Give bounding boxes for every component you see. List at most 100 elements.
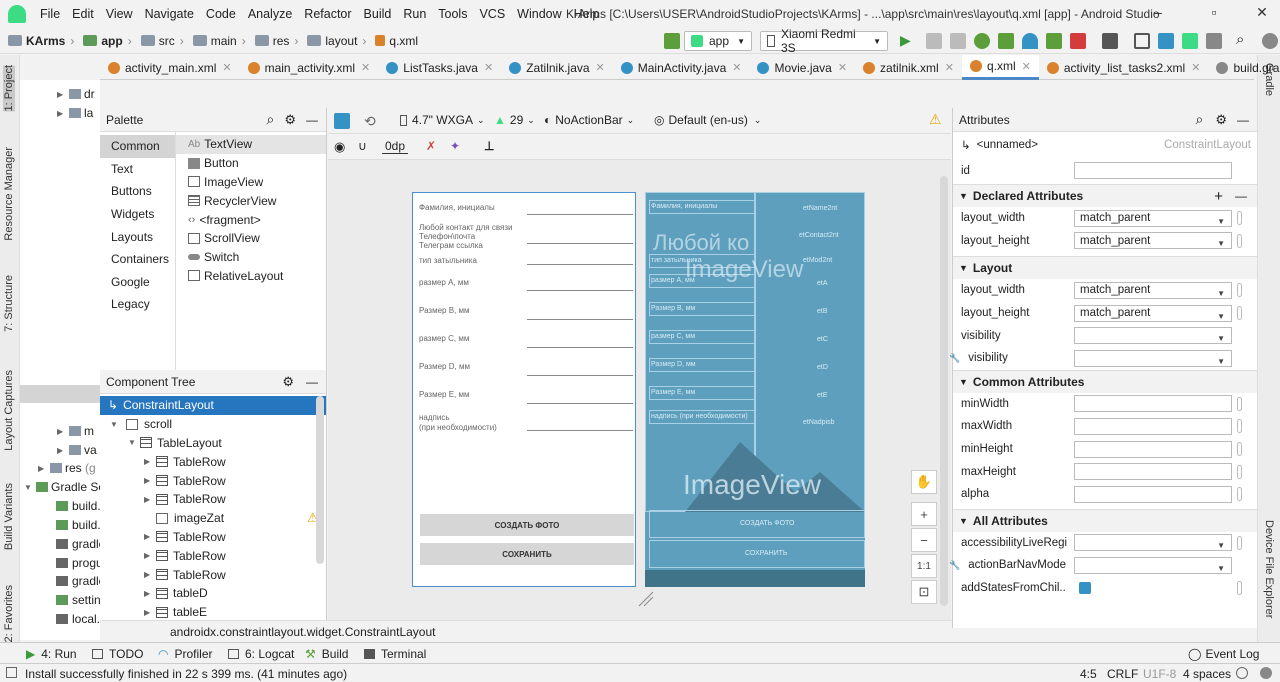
attribute-value-field[interactable]: ▼ xyxy=(1074,349,1232,367)
attribute-value-field[interactable] xyxy=(1074,395,1232,413)
lock-icon[interactable] xyxy=(1236,667,1248,679)
chevron-down-icon[interactable]: ▼ xyxy=(1217,239,1225,248)
attribute-value-field[interactable]: ▼ xyxy=(1074,534,1232,552)
status-icon[interactable] xyxy=(6,667,17,678)
section-common-attributes[interactable]: ▼ Common Attributes xyxy=(953,369,1257,393)
resource-picker-icon[interactable] xyxy=(1237,396,1242,411)
clear-constraints-icon[interactable]: ✗ xyxy=(426,139,436,153)
edittext-contact[interactable] xyxy=(527,243,633,244)
chevron-down-icon[interactable]: ▼ xyxy=(1217,334,1225,343)
hide-panel-icon[interactable]: — xyxy=(1237,113,1249,127)
tree-row-tablerow[interactable]: ▶ TableRow xyxy=(100,471,326,490)
section-declared-attributes[interactable]: ▼ Declared Attributes + — xyxy=(953,184,1257,207)
editor-tab[interactable]: activity_list_tasks2.xml ✕ xyxy=(1039,55,1209,80)
project-structure-icon[interactable] xyxy=(1102,33,1118,49)
attribute-value-field[interactable] xyxy=(1074,463,1232,481)
attribute-value-field[interactable]: match_parent ▼ xyxy=(1074,232,1232,250)
create-photo-button[interactable]: СОЗДАТЬ ФОТО xyxy=(420,514,634,536)
tree-row-tablerow[interactable]: ▶ TableRow xyxy=(100,490,326,509)
project-item[interactable]: ▶ dr xyxy=(57,87,95,101)
palette-widget-scrollview[interactable]: ScrollView xyxy=(176,229,326,248)
search-icon[interactable]: ⌕ xyxy=(267,111,275,128)
breadcrumb-layout[interactable]: layout › xyxy=(307,34,371,48)
apply-code-changes-icon[interactable] xyxy=(950,33,966,49)
search-icon[interactable]: ⌕ xyxy=(1196,111,1204,128)
tool-event-log[interactable]: ◯ Event Log xyxy=(1188,647,1259,661)
infer-constraints-icon[interactable]: ✦ xyxy=(450,139,460,153)
resource-picker-icon[interactable] xyxy=(1237,283,1242,298)
section-layout[interactable]: ▼ Layout xyxy=(953,256,1257,280)
apply-changes-icon[interactable] xyxy=(926,33,942,49)
attribute-value-field[interactable] xyxy=(1074,440,1232,458)
project-item[interactable]: ▶ va xyxy=(57,443,97,457)
resource-picker-icon[interactable] xyxy=(1237,581,1242,596)
hide-panel-icon[interactable]: — xyxy=(306,375,318,389)
resource-picker-icon[interactable] xyxy=(1237,233,1242,248)
project-item-gradle[interactable]: ▼ Gradle Sc xyxy=(24,480,104,494)
avd-manager-icon[interactable] xyxy=(1134,33,1150,49)
theme-select[interactable]: ◐ NoActionBar ⌄ xyxy=(544,113,634,127)
attribute-value-field[interactable] xyxy=(1074,579,1232,597)
menu-view[interactable]: View xyxy=(100,7,139,21)
project-item[interactable]: ▶ la xyxy=(57,106,93,120)
attribute-value-field[interactable]: match_parent ▼ xyxy=(1074,281,1232,299)
attribute-value-field[interactable]: ▼ xyxy=(1074,556,1232,574)
orientation-icon[interactable]: ⟲ xyxy=(364,113,376,130)
editor-tab[interactable]: Movie.java ✕ xyxy=(749,55,855,80)
menu-build[interactable]: Build xyxy=(358,7,398,21)
resource-picker-icon[interactable] xyxy=(1237,211,1242,226)
close-tab-icon[interactable]: ✕ xyxy=(838,61,847,74)
palette-category-buttons[interactable]: Buttons xyxy=(100,180,175,203)
tree-scrollbar[interactable] xyxy=(316,396,324,564)
attribute-value-field[interactable]: ▼ xyxy=(1074,327,1232,345)
resize-handle-icon[interactable] xyxy=(637,590,655,608)
tree-row-tabled[interactable]: ▶ tableD xyxy=(100,584,326,603)
menu-refactor[interactable]: Refactor xyxy=(298,7,357,21)
profiler-icon[interactable] xyxy=(1022,33,1038,49)
gear-icon[interactable]: ⚙ xyxy=(282,374,294,390)
debug-icon[interactable] xyxy=(974,33,990,49)
palette-widget-button[interactable]: Button xyxy=(176,154,326,173)
chevron-down-icon[interactable]: ▼ xyxy=(1217,312,1225,321)
attribute-value-field[interactable]: match_parent ▼ xyxy=(1074,209,1232,227)
editor-tab[interactable]: MainActivity.java ✕ xyxy=(613,55,750,80)
resource-picker-icon[interactable] xyxy=(1237,442,1242,457)
stop-icon[interactable] xyxy=(1070,33,1086,49)
breadcrumb-res[interactable]: res › xyxy=(254,34,304,48)
resource-picker-icon[interactable] xyxy=(1237,306,1242,321)
tool-build[interactable]: ⚒ Build xyxy=(305,647,348,661)
maximize-icon[interactable]: ▫ xyxy=(1206,4,1222,20)
remove-icon[interactable]: — xyxy=(1235,189,1247,203)
resource-picker-icon[interactable] xyxy=(1237,419,1242,434)
breadcrumb-karms[interactable]: KArms › xyxy=(8,34,79,48)
close-tab-icon[interactable]: ✕ xyxy=(596,61,605,74)
default-margin-select[interactable]: 0dp xyxy=(382,139,409,154)
tree-row-tablerow[interactable]: ▶ TableRow xyxy=(100,452,326,471)
edittext-type[interactable] xyxy=(527,264,633,265)
project-item[interactable]: progu xyxy=(56,556,103,570)
close-tab-icon[interactable]: ✕ xyxy=(484,61,493,74)
editor-tab[interactable]: ListTasks.java ✕ xyxy=(378,55,501,80)
breadcrumb-main[interactable]: main › xyxy=(192,34,251,48)
gear-icon[interactable]: ⚙ xyxy=(284,112,296,128)
palette-widget-relativelayout[interactable]: RelativeLayout xyxy=(176,267,326,286)
pan-hand-icon[interactable]: ✋ xyxy=(911,470,937,494)
breadcrumb-app[interactable]: app › xyxy=(83,34,136,48)
coverage-icon[interactable] xyxy=(998,33,1014,49)
zoom-to-fit-icon[interactable]: ⊡ xyxy=(911,580,937,604)
tool-structure[interactable]: 7: Structure xyxy=(3,275,15,332)
account-icon[interactable] xyxy=(1262,33,1278,49)
magnet-icon[interactable]: ∪ xyxy=(358,139,367,153)
tool-device-file-explorer[interactable]: Device File Explorer xyxy=(1263,520,1275,618)
zoom-one-to-one-button[interactable]: 1:1 xyxy=(911,554,937,578)
edittext-size-c[interactable] xyxy=(527,347,633,348)
menu-file[interactable]: File xyxy=(34,7,66,21)
close-tab-icon[interactable]: ✕ xyxy=(222,61,231,74)
design-preview[interactable]: Фамилия, инициалы Любой контакт для связ… xyxy=(412,192,636,587)
close-icon[interactable]: ✕ xyxy=(1254,4,1270,20)
terminal-icon[interactable] xyxy=(1206,33,1222,49)
tool-build-variants[interactable]: Build Variants xyxy=(3,483,15,550)
tree-row-tablee[interactable]: ▶ tableE xyxy=(100,603,326,622)
locale-select[interactable]: ◎ Default (en-us) ⌄ xyxy=(654,113,761,127)
menu-window[interactable]: Window xyxy=(511,7,567,21)
